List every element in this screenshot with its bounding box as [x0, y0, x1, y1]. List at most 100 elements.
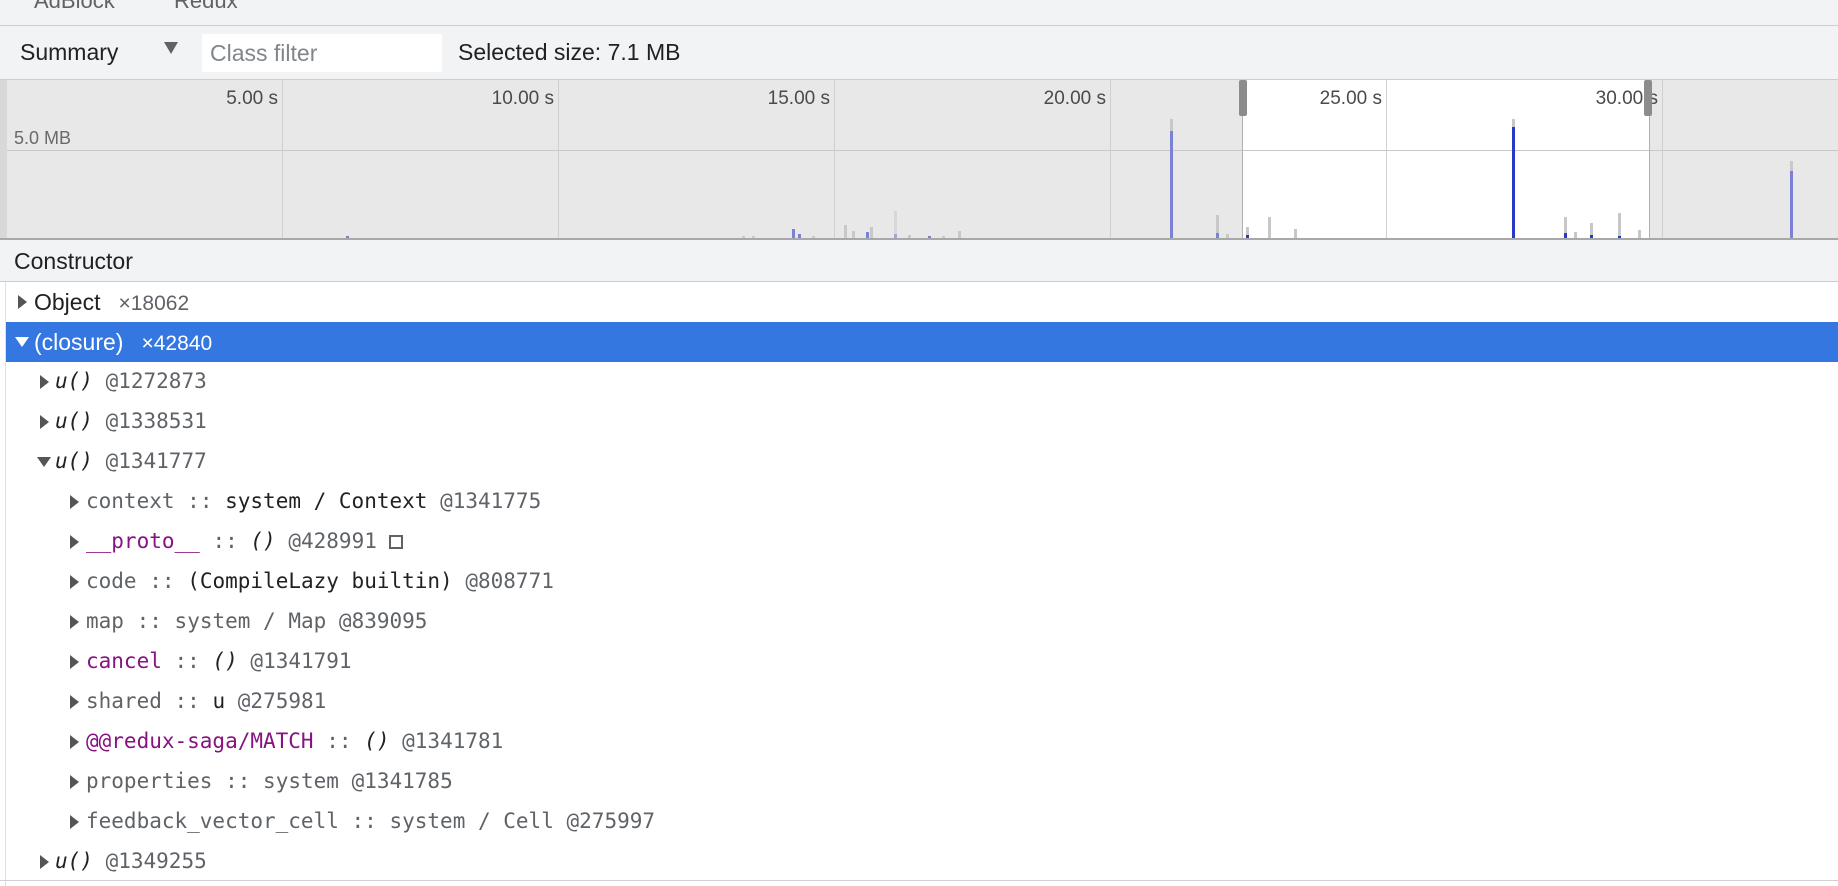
- table-row-function-expanded[interactable]: u() @1341777: [6, 442, 1838, 482]
- object-id: @808771: [465, 569, 554, 593]
- tab-redux[interactable]: Redux: [174, 0, 238, 14]
- separator: ::: [225, 769, 251, 793]
- time-gridline: [282, 80, 283, 239]
- table-row-object[interactable]: Object ×18062: [6, 282, 1838, 322]
- property-row-feedback-vector-cell[interactable]: feedback_vector_cell :: system / Cell @2…: [6, 802, 1838, 842]
- constructor-name: Object: [34, 289, 101, 315]
- time-gridline: [1110, 80, 1111, 239]
- column-header-label: Constructor: [14, 248, 133, 274]
- collapse-arrow-icon[interactable]: [37, 457, 51, 467]
- expand-arrow-icon[interactable]: [70, 615, 79, 629]
- selection-left-handle[interactable]: [1239, 80, 1247, 116]
- tab-adblock[interactable]: AdBlock: [34, 0, 115, 14]
- expand-arrow-icon[interactable]: [70, 655, 79, 669]
- reveal-icon[interactable]: [388, 535, 403, 549]
- object-id: @275981: [237, 689, 327, 713]
- expand-arrow-icon[interactable]: [70, 695, 79, 709]
- property-row-proto[interactable]: __proto__ :: () @428991: [6, 522, 1838, 562]
- object-id: @1341791: [250, 649, 352, 673]
- time-gridline: [558, 80, 559, 239]
- time-tick-label: 25.00 s: [1319, 88, 1382, 109]
- object-id: @839095: [338, 609, 428, 633]
- type-name: u: [212, 689, 226, 713]
- expand-arrow-icon[interactable]: [70, 735, 79, 749]
- separator: ::: [187, 489, 213, 513]
- expand-arrow-icon[interactable]: [40, 855, 49, 869]
- object-id: @1341777: [105, 449, 207, 473]
- class-filter-input[interactable]: [202, 34, 442, 72]
- selection-right-handle[interactable]: [1644, 80, 1652, 116]
- allocation-bar: [1512, 127, 1515, 239]
- edge-name: feedback_vector_cell: [86, 809, 339, 833]
- panel-tab-strip: AdBlock Redux: [0, 0, 1838, 26]
- time-tick-label: 15.00 s: [767, 88, 830, 109]
- property-row-code[interactable]: code :: (CompileLazy builtin) @808771: [6, 562, 1838, 602]
- time-gridline: [1386, 80, 1387, 239]
- function-name: u(): [55, 409, 93, 433]
- type-name: system / Cell: [389, 809, 554, 833]
- type-name: (CompileLazy builtin): [187, 569, 453, 593]
- selected-size-label: Selected size: 7.1 MB: [458, 39, 681, 65]
- time-gridline: [834, 80, 835, 239]
- edge-name: __proto__: [86, 529, 200, 553]
- function-name: u(): [55, 369, 93, 393]
- table-row-function[interactable]: u() @1338531: [6, 402, 1838, 442]
- expand-arrow-icon[interactable]: [70, 535, 79, 549]
- separator: ::: [326, 729, 352, 753]
- expand-arrow-icon[interactable]: [40, 375, 49, 389]
- table-row-closure[interactable]: (closure) ×42840: [6, 322, 1838, 362]
- expand-arrow-icon[interactable]: [70, 775, 79, 789]
- function-name: u(): [55, 849, 93, 873]
- edge-name: @@redux-saga/MATCH: [86, 729, 314, 753]
- property-row-redux-saga-match[interactable]: @@redux-saga/MATCH :: () @1341781: [6, 722, 1838, 762]
- edge-name: code: [86, 569, 137, 593]
- expand-arrow-icon[interactable]: [18, 295, 27, 309]
- object-id: @1272873: [105, 369, 207, 393]
- type-name: system / Context: [225, 489, 428, 513]
- function-name: u(): [55, 449, 93, 473]
- heap-toolbar: Summary Selected size: 7.1 MB: [0, 26, 1838, 80]
- property-row-properties[interactable]: properties :: system @1341785: [6, 762, 1838, 802]
- expand-arrow-icon[interactable]: [70, 575, 79, 589]
- type-name: (): [212, 649, 238, 673]
- property-row-map[interactable]: map :: system / Map @839095: [6, 602, 1838, 642]
- dropdown-arrow-icon[interactable]: [164, 42, 178, 54]
- object-id: @428991: [288, 529, 377, 553]
- constructor-column-header[interactable]: Constructor: [0, 240, 1838, 282]
- allocation-bar: [844, 225, 847, 239]
- allocation-bar: [1170, 131, 1173, 239]
- view-select[interactable]: Summary: [20, 39, 118, 67]
- grid-bottom-border: [0, 880, 1838, 881]
- expand-arrow-icon[interactable]: [70, 815, 79, 829]
- separator: ::: [351, 809, 377, 833]
- expand-arrow-icon[interactable]: [40, 415, 49, 429]
- separator: ::: [136, 609, 162, 633]
- property-row-shared[interactable]: shared :: u @275981: [6, 682, 1838, 722]
- type-name: system: [263, 769, 339, 793]
- constructor-name: (closure): [34, 329, 124, 355]
- table-row-function[interactable]: u() @1272873: [6, 362, 1838, 402]
- table-row-function[interactable]: u() @1349255: [6, 842, 1838, 882]
- allocation-bar: [1790, 171, 1793, 239]
- type-name: (): [250, 529, 276, 553]
- property-row-cancel[interactable]: cancel :: () @1341791: [6, 642, 1838, 682]
- property-row-context[interactable]: context :: system / Context @1341775: [6, 482, 1838, 522]
- instance-count: ×18062: [118, 292, 190, 315]
- allocation-timeline[interactable]: 5.00 s 10.00 s 15.00 s 20.00 s 25.00 s 3…: [0, 80, 1838, 239]
- time-gridline: [1662, 80, 1663, 239]
- timeline-edge: [0, 80, 7, 239]
- time-tick-label: 5.00 s: [226, 88, 278, 109]
- time-tick-label: 10.00 s: [491, 88, 554, 109]
- edge-name: shared: [86, 689, 162, 713]
- edge-name: cancel: [86, 649, 162, 673]
- collapse-arrow-icon[interactable]: [15, 337, 29, 347]
- edge-name: properties: [86, 769, 213, 793]
- object-id: @1341781: [402, 729, 504, 753]
- expand-arrow-icon[interactable]: [70, 495, 79, 509]
- allocation-bar: [1268, 217, 1271, 239]
- object-id: @1349255: [105, 849, 207, 873]
- time-tick-label: 20.00 s: [1043, 88, 1106, 109]
- separator: ::: [174, 689, 200, 713]
- separator: ::: [149, 569, 175, 593]
- object-id: @1338531: [105, 409, 207, 433]
